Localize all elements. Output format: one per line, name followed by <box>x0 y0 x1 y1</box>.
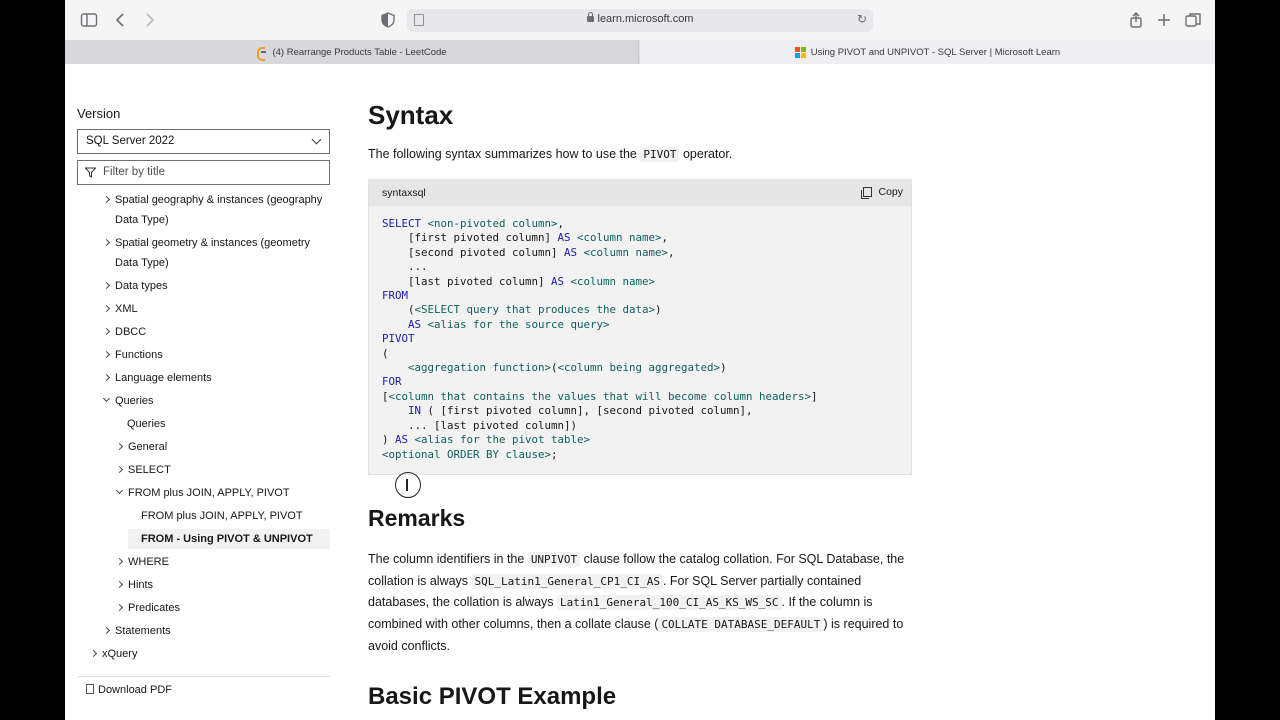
url-bar[interactable]: learn.microsoft.com ↻ <box>407 9 873 32</box>
syntax-heading: Syntax <box>368 100 454 130</box>
toc-item-data-types[interactable]: Data types <box>102 276 168 296</box>
browser-toolbar: learn.microsoft.com ↻ <box>65 0 1215 40</box>
syntax-intro: The following syntax summarizes how to u… <box>368 147 733 162</box>
chevron-right-icon <box>102 281 111 290</box>
left-navigation: Version SQL Server 2022 Filter by title … <box>77 64 342 720</box>
basic-pivot-heading: Basic PIVOT Example <box>368 683 617 710</box>
toc-item-functions[interactable]: Functions <box>102 345 163 365</box>
code-line: ... <box>382 260 428 274</box>
version-value: SQL Server 2022 <box>86 135 175 147</box>
toc-item-queries[interactable]: Queries <box>102 391 154 411</box>
chevron-right-icon <box>115 442 124 451</box>
main-content: Syntax The following syntax summarizes h… <box>368 64 928 720</box>
toc-item-xml[interactable]: XML <box>102 299 138 319</box>
chevron-right-icon <box>102 238 111 247</box>
code-line: [<column that contains the values that w… <box>382 389 818 403</box>
remarks-heading: Remarks <box>368 505 466 531</box>
chevron-right-icon <box>115 580 124 589</box>
new-tab-icon[interactable] <box>1154 10 1174 30</box>
toc-item-from-join-overview[interactable]: FROM plus JOIN, APPLY, PIVOT <box>130 506 303 526</box>
toc-item-from-pivot-unpivot[interactable]: FROM - Using PIVOT & UNPIVOT <box>128 529 330 549</box>
code-line: ) AS <alias for the pivot table> <box>382 433 591 447</box>
code-line: (<SELECT query that produces the data>) <box>382 303 662 317</box>
toc-item-statements[interactable]: Statements <box>102 621 171 641</box>
mouse-cursor-icon <box>395 472 421 498</box>
chevron-down-icon <box>115 486 124 495</box>
code-line: [first pivoted column] AS <column name>, <box>382 231 669 245</box>
remarks-paragraph: The column identifiers in the UNPIVOT cl… <box>368 552 905 653</box>
tab-overview-icon[interactable] <box>1183 10 1203 30</box>
code-content[interactable]: SELECT <non-pivoted column>, [first pivo… <box>382 217 818 462</box>
leetcode-icon <box>256 46 267 61</box>
reload-icon[interactable]: ↻ <box>857 12 867 26</box>
forward-icon[interactable] <box>139 10 159 30</box>
tab-leetcode[interactable]: (4) Rearrange Products Table - LeetCode <box>65 40 639 64</box>
pdf-icon <box>86 684 94 694</box>
microsoft-logo-icon <box>794 46 806 58</box>
version-select[interactable]: SQL Server 2022 <box>77 129 330 154</box>
code-line: ... [last pivoted column]) <box>382 418 578 432</box>
tab-title: Using PIVOT and UNPIVOT - SQL Server | M… <box>810 46 1061 58</box>
copy-icon <box>861 187 873 199</box>
toc-item-spatial-geography-cont[interactable]: Data Type) <box>104 210 169 230</box>
toc-item-from-join[interactable]: FROM plus JOIN, APPLY, PIVOT <box>115 483 290 503</box>
chevron-right-icon <box>115 465 124 474</box>
tab-bar: (4) Rearrange Products Table - LeetCode … <box>65 40 1215 64</box>
toc-item-select[interactable]: SELECT <box>115 460 171 480</box>
toc-item-spatial-geometry-cont[interactable]: Data Type) <box>104 253 169 273</box>
lock-icon <box>586 12 594 22</box>
share-icon[interactable] <box>1126 10 1146 30</box>
code-language: syntaxsql <box>382 187 426 199</box>
code-line: FOR <box>382 375 402 389</box>
chevron-down-icon <box>311 134 322 145</box>
toc-item-spatial-geography[interactable]: Spatial geography & instances (geography <box>102 190 334 210</box>
toc-item-general[interactable]: General <box>115 437 167 457</box>
url-text: learn.microsoft.com <box>597 13 694 25</box>
code-line: [last pivoted column] AS <column name> <box>382 274 656 288</box>
filter-input[interactable]: Filter by title <box>77 160 330 185</box>
download-pdf-link[interactable]: Download PDF <box>77 676 330 696</box>
chevron-right-icon <box>102 327 111 336</box>
chevron-right-icon <box>102 195 111 204</box>
toc-item-hints[interactable]: Hints <box>115 575 153 595</box>
code-line: SELECT <non-pivoted column>, <box>382 217 565 230</box>
inline-code: PIVOT <box>640 147 680 162</box>
privacy-shield-icon[interactable] <box>378 10 398 30</box>
toc-item-where[interactable]: WHERE <box>115 552 169 572</box>
copy-button[interactable]: Copy <box>861 186 903 199</box>
code-line: [second pivoted column] AS <column name>… <box>382 245 675 259</box>
toc-item-language-elements[interactable]: Language elements <box>102 368 212 388</box>
code-line: <aggregation function>(<column being agg… <box>408 361 727 375</box>
tab-microsoft-learn[interactable]: Using PIVOT and UNPIVOT - SQL Server | M… <box>640 40 1215 64</box>
chevron-right-icon <box>102 304 111 313</box>
chevron-right-icon <box>89 649 98 658</box>
toc-item-predicates[interactable]: Predicates <box>115 598 180 618</box>
toc-item-dbcc[interactable]: DBCC <box>102 322 146 342</box>
filter-icon <box>85 167 96 178</box>
browser-window: learn.microsoft.com ↻ (4) Rearrange Prod… <box>65 0 1215 720</box>
code-line: IN ( [first pivoted column], [second piv… <box>382 404 753 418</box>
code-line: ( <box>382 346 389 360</box>
filter-placeholder: Filter by title <box>103 166 165 178</box>
version-label: Version <box>77 106 121 121</box>
code-line: <optional ORDER BY clause>; <box>382 447 558 461</box>
code-block: syntaxsql Copy SELECT <non-pivoted colum… <box>368 179 912 498</box>
back-icon[interactable] <box>111 10 131 30</box>
code-line: AS <alias for the source query> <box>382 317 610 331</box>
chevron-right-icon <box>115 603 124 612</box>
code-header: syntaxsql Copy <box>369 180 911 206</box>
toc-item-xquery[interactable]: xQuery <box>89 644 137 664</box>
chevron-down-icon <box>102 394 111 403</box>
chevron-right-icon <box>102 626 111 635</box>
chevron-right-icon <box>115 557 124 566</box>
toc-item-queries-overview[interactable]: Queries <box>116 414 166 434</box>
download-label: Download PDF <box>98 684 172 696</box>
code-line: FROM <box>382 289 409 303</box>
code-line: PIVOT <box>382 332 415 346</box>
sidebar-icon[interactable] <box>79 10 99 30</box>
chevron-right-icon <box>102 350 111 359</box>
chevron-right-icon <box>102 373 111 382</box>
tab-title: (4) Rearrange Products Table - LeetCode <box>272 46 447 58</box>
toc-item-spatial-geometry[interactable]: Spatial geometry & instances (geometry <box>102 233 334 253</box>
